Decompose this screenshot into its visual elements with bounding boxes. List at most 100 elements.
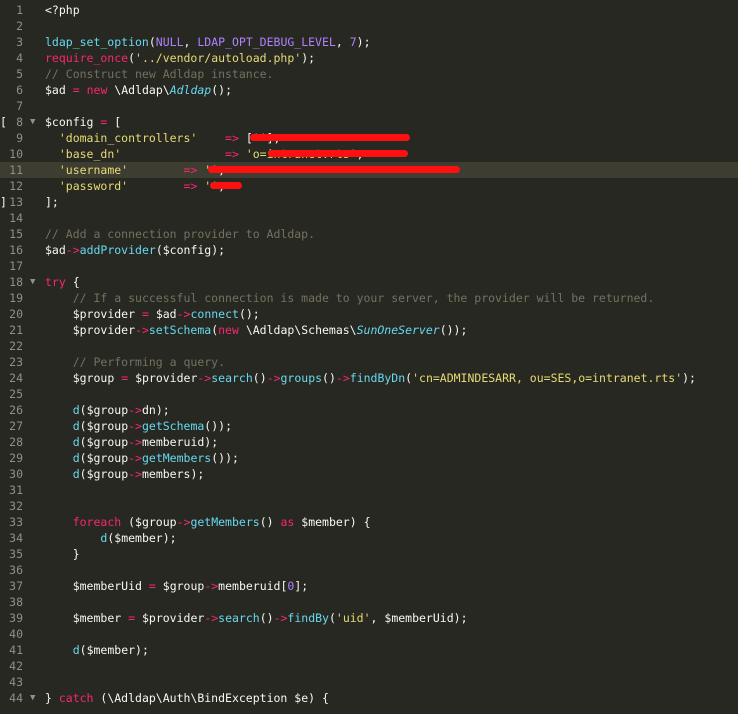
code-text: $provider->setSchema(new \Adldap\Schemas… <box>72 323 468 337</box>
code-text: 'domain_controllers' => [''], <box>58 131 281 145</box>
code-text: } catch (\Adldap\Auth\BindException $e) … <box>45 691 329 705</box>
line-number: 19 <box>9 291 23 305</box>
code-line[interactable]: 13]]; <box>0 194 738 210</box>
line-number: 33 <box>9 515 23 529</box>
code-text: d($group->dn); <box>72 403 170 417</box>
code-text: $group = $provider->search()->groups()->… <box>72 371 696 385</box>
code-line[interactable]: 22 <box>0 338 738 354</box>
code-text: d($group->getSchema()); <box>72 419 232 433</box>
code-line[interactable]: 31 <box>0 482 738 498</box>
line-number: 1 <box>16 3 23 17</box>
line-number: 42 <box>9 659 23 673</box>
code-line[interactable]: 7 <box>0 98 738 114</box>
line-number: 11 <box>9 163 23 177</box>
code-text: // Add a connection provider to Adldap. <box>45 227 316 241</box>
fold-arrow-icon[interactable]: ▼ <box>30 274 35 290</box>
code-line[interactable]: 41 d($member); <box>0 642 738 658</box>
line-number: 14 <box>9 211 23 225</box>
code-text: $memberUid = $group->memberuid[0]; <box>72 579 309 593</box>
line-number: 25 <box>9 387 23 401</box>
code-line[interactable]: 36 <box>0 562 738 578</box>
line-number: 10 <box>9 147 23 161</box>
line-number: 36 <box>9 563 23 577</box>
line-number: 41 <box>9 643 23 657</box>
line-number: 39 <box>9 611 23 625</box>
line-number: 30 <box>9 467 23 481</box>
code-line[interactable]: 4 require_once('../vendor/autoload.php'); <box>0 50 738 66</box>
code-line[interactable]: 2 <box>0 18 738 34</box>
code-line[interactable]: 44 ▼ } catch (\Adldap\Auth\BindException $… <box>0 690 738 706</box>
bracket-match-marker: ] <box>0 195 7 209</box>
code-text: $ad->addProvider($config); <box>45 243 226 257</box>
code-line[interactable]: 40 <box>0 626 738 642</box>
code-line[interactable]: 37 $memberUid = $group->memberuid[0]; <box>0 578 738 594</box>
line-number: 34 <box>9 531 23 545</box>
code-line[interactable]: 32 <box>0 498 738 514</box>
code-line[interactable]: 1 <?php <box>0 2 738 18</box>
fold-arrow-icon[interactable]: ▼ <box>30 690 35 706</box>
code-line[interactable]: 16 $ad->addProvider($config); <box>0 242 738 258</box>
line-number: 32 <box>9 499 23 513</box>
line-number: 16 <box>9 243 23 257</box>
redaction-mark <box>210 182 242 189</box>
code-line[interactable]: 14 <box>0 210 738 226</box>
code-line[interactable]: 5 // Construct new Adldap instance. <box>0 66 738 82</box>
line-number: 3 <box>16 35 23 49</box>
code-line[interactable]: 18 ▼ try { <box>0 274 738 290</box>
code-line[interactable]: 6 $ad = new \Adldap\Adldap(); <box>0 82 738 98</box>
code-text: // Performing a query. <box>72 355 226 369</box>
code-line[interactable]: 33 foreach ($group->getMembers() as $mem… <box>0 514 738 530</box>
redaction-mark <box>208 166 460 173</box>
code-line[interactable]: 3 ldap_set_option(NULL, LDAP_OPT_DEBUG_LE… <box>0 34 738 50</box>
line-number: 26 <box>9 403 23 417</box>
line-number: 29 <box>9 451 23 465</box>
code-line[interactable]: 42 <box>0 658 738 674</box>
line-number: 7 <box>16 99 23 113</box>
line-number: 6 <box>16 83 23 97</box>
line-number: 20 <box>9 307 23 321</box>
line-number: 43 <box>9 675 23 689</box>
code-text: d($group->members); <box>72 467 205 481</box>
line-number: 44 <box>9 691 23 705</box>
redaction-mark <box>250 134 410 141</box>
code-text: $provider = $ad->connect(); <box>72 307 260 321</box>
code-text: } <box>45 547 80 561</box>
code-line[interactable]: 21 $provider->setSchema(new \Adldap\Sche… <box>0 322 738 338</box>
code-line[interactable]: 12 'password' => '', <box>0 178 738 194</box>
code-line[interactable]: 38 <box>0 594 738 610</box>
code-editor[interactable]: 1 <?php 2 3 ldap_set_option(NULL, LDAP_OPT_D… <box>0 0 738 714</box>
code-text: <?php <box>45 3 80 17</box>
code-line[interactable]: 27 d($group->getSchema()); <box>0 418 738 434</box>
line-number: 24 <box>9 371 23 385</box>
code-line[interactable]: 25 <box>0 386 738 402</box>
code-line[interactable]: 29 d($group->getMembers()); <box>0 450 738 466</box>
code-line[interactable]: 35 } <box>0 546 738 562</box>
code-line[interactable]: 28 d($group->memberuid); <box>0 434 738 450</box>
code-text: d($group->memberuid); <box>72 435 219 449</box>
code-text: ]; <box>45 195 59 209</box>
fold-arrow-icon[interactable]: ▼ <box>30 114 35 130</box>
line-number: 9 <box>16 131 23 145</box>
code-text: // Construct new Adldap instance. <box>45 67 274 81</box>
code-line[interactable]: 26 d($group->dn); <box>0 402 738 418</box>
code-line[interactable]: 15 // Add a connection provider to Adldap… <box>0 226 738 242</box>
code-line[interactable]: 43 <box>0 674 738 690</box>
code-line[interactable]: 34 d($member); <box>0 530 738 546</box>
code-line[interactable]: 17 <box>0 258 738 274</box>
code-line[interactable]: 30 d($group->members); <box>0 466 738 482</box>
code-text: d($member); <box>100 531 177 545</box>
code-line[interactable]: 24 $group = $provider->search()->groups(… <box>0 370 738 386</box>
code-text: d($member); <box>72 643 149 657</box>
line-number: 15 <box>9 227 23 241</box>
code-line[interactable]: 19 // If a successful connection is made… <box>0 290 738 306</box>
code-text: require_once('../vendor/autoload.php'); <box>45 51 316 65</box>
line-number: 12 <box>9 179 23 193</box>
code-line[interactable]: 23 // Performing a query. <box>0 354 738 370</box>
code-text: try { <box>45 275 80 289</box>
code-line[interactable]: 39 $member = $provider->search()->findBy… <box>0 610 738 626</box>
line-number: 17 <box>9 259 23 273</box>
code-text: $config = [ <box>45 115 122 129</box>
code-line[interactable]: 8[▼ $config = [ <box>0 114 738 130</box>
code-line[interactable]: 20 $provider = $ad->connect(); <box>0 306 738 322</box>
bracket-match-marker: [ <box>0 115 7 129</box>
